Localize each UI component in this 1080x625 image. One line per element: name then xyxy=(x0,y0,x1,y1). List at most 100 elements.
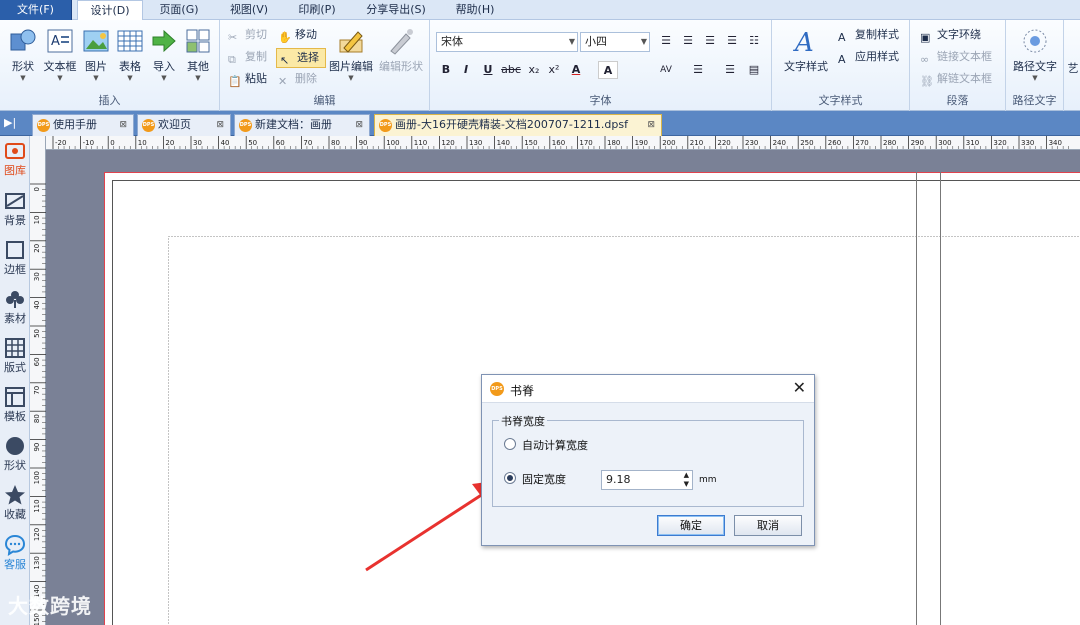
text-style-label: 文字样式 xyxy=(784,60,828,73)
close-icon[interactable]: ✕ xyxy=(793,378,806,397)
menu-print[interactable]: 印刷(P) xyxy=(286,0,348,20)
shape-button[interactable]: 形状 ▼ xyxy=(6,26,40,82)
h-ruler-label: 80 xyxy=(331,139,340,147)
path-text-group: 路径文字 ▼ 路径文字 xyxy=(1006,20,1064,111)
italic-button[interactable]: I xyxy=(456,61,476,79)
copy-style-icon: A xyxy=(838,31,846,44)
align-right-icon[interactable]: ☰ xyxy=(700,32,720,50)
sidebar-item-gallery[interactable]: 图库 xyxy=(0,140,30,178)
h-ruler-label: 320 xyxy=(993,139,1006,147)
menu-share-export[interactable]: 分享导出(S) xyxy=(354,0,438,20)
delete-button[interactable]: ✕ 删除 xyxy=(278,70,317,88)
v-ruler-label: 40 xyxy=(33,301,41,310)
sidebar-item-material[interactable]: 素材 xyxy=(0,288,30,326)
vertical-ruler-ticks: 0102030405060708090100110120130140150 xyxy=(30,183,46,625)
superscript-icon[interactable]: x² xyxy=(544,61,564,79)
align-justify-icon[interactable]: ☰ xyxy=(722,32,742,50)
h-ruler-label: 240 xyxy=(773,139,786,147)
menu-help[interactable]: 帮助(H) xyxy=(446,0,504,20)
sidebar-item-support[interactable]: 客服 xyxy=(0,534,30,572)
subscript-icon[interactable]: x₂ xyxy=(524,61,544,79)
sidebar-item-favorites[interactable]: 收藏 xyxy=(0,484,30,522)
sidebar-label: 素材 xyxy=(4,312,26,325)
tab-label: 使用手册 xyxy=(53,118,97,131)
h-ruler-label: 100 xyxy=(386,139,399,147)
paragraph-spacing-icon[interactable]: ☰ xyxy=(720,61,740,79)
menu-view[interactable]: 视图(V) xyxy=(218,0,280,20)
tab-welcome[interactable]: DPS 欢迎页 ⊠ xyxy=(137,114,231,136)
close-icon[interactable]: ⊠ xyxy=(216,115,224,135)
close-icon[interactable]: ⊠ xyxy=(647,115,655,135)
indent-icon[interactable]: ▤ xyxy=(744,61,764,79)
text-wrap-button[interactable]: ▣ 文字环绕 xyxy=(920,26,981,44)
close-icon[interactable]: ⊠ xyxy=(119,115,127,135)
unlink-textbox-button[interactable]: ⛓ 解链文本框 xyxy=(920,70,992,88)
other-button[interactable]: 其他 ▼ xyxy=(182,26,214,82)
h-ruler-label: 90 xyxy=(359,139,368,147)
panel-toggle-icon[interactable]: ▶| xyxy=(4,116,16,129)
spin-up-icon[interactable]: ▲ xyxy=(684,471,689,480)
text-style-group-label: 文字样式 xyxy=(818,94,863,107)
copy-button[interactable]: ⧉ 复制 xyxy=(228,48,267,66)
h-ruler-label: 140 xyxy=(497,139,510,147)
font-color-button[interactable]: A xyxy=(566,61,586,79)
paste-button[interactable]: 📋 粘贴 xyxy=(228,70,267,88)
v-ruler-label: 30 xyxy=(33,272,41,281)
ribbon-toolbar: 形状 ▼ A 文本框 ▼ 图片 ▼ 表格 ▼ 导入 ▼ 其他 ▼ 插入 ✂ 剪切 ⧉ 复制 📋 粘… xyxy=(0,20,1080,111)
sidebar-item-border[interactable]: 边框 xyxy=(0,239,30,277)
sidebar-item-template[interactable]: 模板 xyxy=(0,386,30,424)
h-ruler-label: 150 xyxy=(524,139,537,147)
char-spacing-icon[interactable]: AV xyxy=(656,61,676,79)
spin-down-icon[interactable]: ▼ xyxy=(684,480,689,489)
bold-button[interactable]: B xyxy=(436,61,456,79)
move-button[interactable]: ✋ 移动 xyxy=(278,26,317,44)
fixed-width-radio[interactable] xyxy=(504,472,516,484)
tab-album-document[interactable]: DPS 画册-大16开硬壳精装-文档200707-1211.dpsf ⊠ xyxy=(374,114,662,136)
art-button[interactable]: 艺 xyxy=(1066,60,1080,76)
table-button[interactable]: 表格 ▼ xyxy=(114,26,146,82)
fixed-width-label: 固定宽度 xyxy=(522,473,566,486)
shape-label: 形状 xyxy=(12,60,34,73)
textbox-icon: A xyxy=(47,29,73,53)
close-icon[interactable]: ⊠ xyxy=(355,115,363,135)
copy-style-button[interactable]: A 复制样式 xyxy=(838,26,899,44)
import-button[interactable]: 导入 ▼ xyxy=(148,26,180,82)
spine-width-input[interactable]: 9.18 ▲ ▼ xyxy=(601,470,693,490)
sidebar-item-shape[interactable]: 形状 xyxy=(0,435,30,473)
image-edit-button[interactable]: 图片编辑 ▼ xyxy=(326,26,376,82)
image-button[interactable]: 图片 ▼ xyxy=(80,26,112,82)
strikethrough-button[interactable]: abc xyxy=(500,61,522,79)
auto-width-radio[interactable] xyxy=(504,438,516,450)
dps-icon: DPS xyxy=(379,119,392,132)
dps-app-icon: DPS xyxy=(490,382,504,396)
menu-page[interactable]: 页面(G) xyxy=(148,0,210,20)
font-family-select[interactable]: 宋体 ▼ xyxy=(436,32,578,52)
align-center-icon[interactable]: ☰ xyxy=(678,32,698,50)
text-style-button[interactable]: A 文字样式 xyxy=(778,26,834,74)
font-size-select[interactable]: 小四 ▼ xyxy=(580,32,650,52)
unlink-textbox-label: 解链文本框 xyxy=(937,72,992,85)
menu-file[interactable]: 文件(F) xyxy=(0,0,72,20)
menu-design[interactable]: 设计(D) xyxy=(77,0,143,21)
edit-shape-button[interactable]: 编辑形状 xyxy=(376,26,426,74)
textbox-button[interactable]: A 文本框 ▼ xyxy=(42,26,78,82)
ok-button[interactable]: 确定 xyxy=(657,515,725,536)
tab-user-manual[interactable]: DPS 使用手册 ⊠ xyxy=(32,114,134,136)
image-edit-label: 图片编辑 xyxy=(329,60,373,73)
cut-button[interactable]: ✂ 剪切 xyxy=(228,26,267,44)
tab-new-document[interactable]: DPS 新建文档：画册 ⊠ xyxy=(234,114,370,136)
path-text-button[interactable]: 路径文字 ▼ xyxy=(1010,26,1060,82)
align-distribute-icon[interactable]: ☷ xyxy=(744,32,764,50)
align-left-icon[interactable]: ☰ xyxy=(656,32,676,50)
underline-button[interactable]: U xyxy=(478,61,498,79)
unlink-icon: ⛓ xyxy=(920,75,934,88)
h-ruler-label: 300 xyxy=(938,139,951,147)
highlight-button[interactable]: A xyxy=(598,61,618,79)
link-textbox-button[interactable]: ∞ 链接文本框 xyxy=(920,48,992,66)
line-spacing-icon[interactable]: ☰ xyxy=(688,61,708,79)
sidebar-item-layout[interactable]: 版式 xyxy=(0,337,30,375)
apply-style-button[interactable]: A 应用样式 xyxy=(838,48,899,66)
cancel-button[interactable]: 取消 xyxy=(734,515,802,536)
font-group: 宋体 ▼ 小四 ▼ B I U abc x₂ x² A A ☰ ☰ ☰ ☰ ☷ AV… xyxy=(430,20,772,111)
sidebar-item-background[interactable]: 背景 xyxy=(0,190,30,228)
